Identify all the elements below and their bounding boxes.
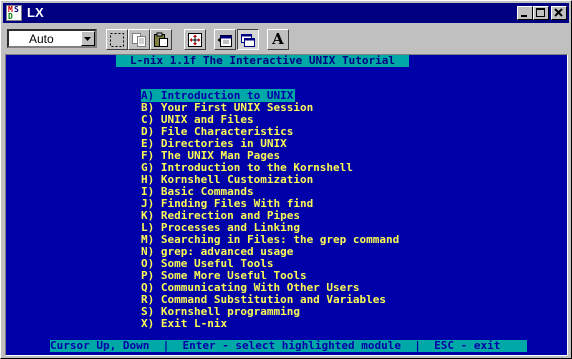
toolbar: Auto A	[3, 25, 569, 55]
font-button[interactable]: A	[267, 29, 289, 50]
mark-icon	[110, 33, 124, 47]
menu-item-label: X) Exit L-nix	[141, 317, 228, 330]
tutorial-header: L-nix 1.1f The Interactive UNIX Tutorial	[116, 55, 409, 67]
font-size-select[interactable]: Auto	[7, 29, 97, 48]
msdos-app-icon[interactable]: M S D	[6, 5, 22, 21]
app-icon-letter-d: D	[8, 12, 13, 21]
chevron-down-icon	[84, 37, 91, 41]
maximize-icon	[536, 8, 545, 17]
dropdown-arrow-button[interactable]	[81, 31, 95, 46]
menu-item[interactable]: X) Exit L-nix	[141, 318, 399, 330]
module-menu: A) Introduction to UNIX B) Your First UNI…	[141, 89, 399, 330]
paste-button[interactable]	[150, 29, 172, 50]
minimize-icon	[521, 15, 527, 17]
minimize-button[interactable]	[517, 6, 533, 20]
font-icon: A	[272, 30, 284, 48]
background-button[interactable]	[237, 29, 259, 50]
app-icon-letter-s: S	[14, 5, 19, 14]
properties-icon	[217, 35, 232, 47]
maximize-button[interactable]	[533, 6, 549, 20]
status-bar: Cursor Up, Down | Enter - select highlig…	[50, 340, 527, 352]
window-title: LX	[27, 5, 44, 20]
mark-button[interactable]	[106, 29, 128, 50]
properties-button[interactable]	[214, 29, 236, 50]
title-bar[interactable]: M S D LX	[3, 3, 569, 23]
terminal-screen[interactable]: L-nix 1.1f The Interactive UNIX Tutorial…	[5, 54, 568, 356]
fullscreen-button[interactable]	[184, 29, 206, 50]
lx-window: M S D LX Auto A L-nix 1.1f The Interacti…	[0, 0, 572, 359]
copy-icon	[132, 33, 146, 47]
close-button[interactable]	[551, 6, 567, 20]
fullscreen-icon	[188, 33, 202, 47]
close-icon	[554, 8, 563, 17]
font-size-value: Auto	[29, 32, 54, 46]
background-icon	[241, 34, 255, 47]
paste-icon	[154, 32, 168, 47]
copy-button[interactable]	[128, 29, 150, 50]
